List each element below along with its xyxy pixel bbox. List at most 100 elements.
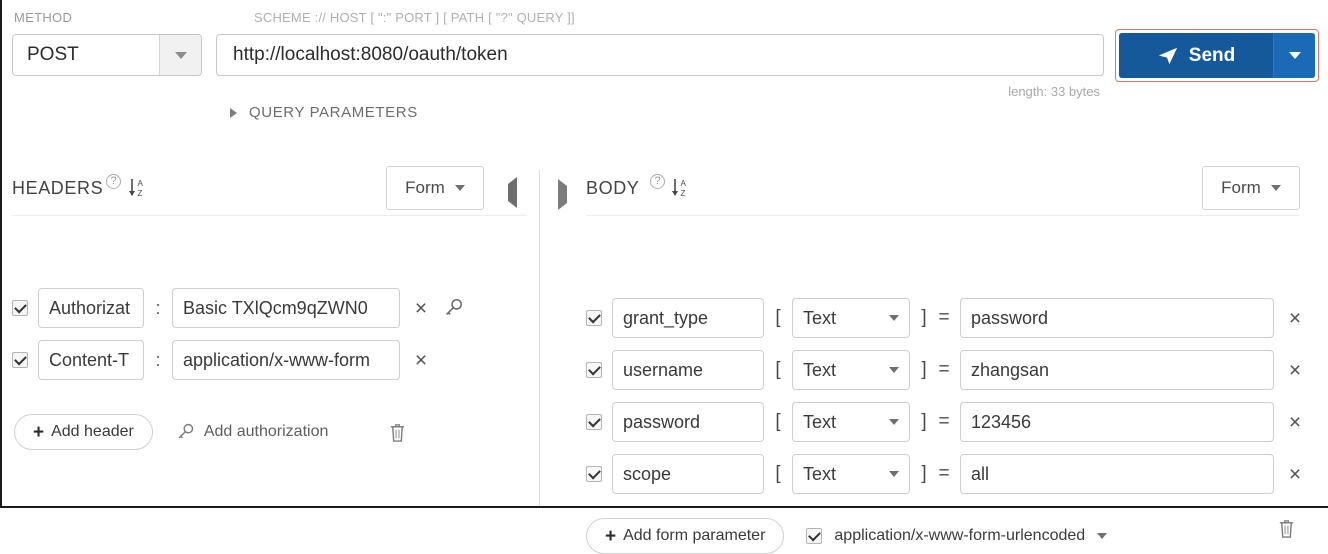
- body-mode-select[interactable]: Form: [1202, 166, 1300, 210]
- request-builder: METHOD SCHEME :// HOST [ ":" PORT ] [ PA…: [0, 0, 1328, 554]
- url-length-note: length: 33 bytes: [1008, 84, 1100, 99]
- param-enabled-checkbox[interactable]: [586, 310, 602, 326]
- add-header-label: Add header: [51, 423, 134, 440]
- key-icon[interactable]: [442, 297, 464, 319]
- add-form-parameter-label: Add form parameter: [623, 527, 766, 544]
- param-key-input[interactable]: grant_type: [612, 298, 764, 338]
- form-parameter-row: scope [ Text ] = all ×: [586, 454, 1306, 494]
- send-options-button[interactable]: [1273, 33, 1315, 78]
- param-enabled-checkbox[interactable]: [586, 414, 602, 430]
- param-value-input[interactable]: password: [960, 298, 1274, 338]
- sort-az-icon[interactable]: A Z: [128, 177, 148, 199]
- headers-mode-select[interactable]: Form: [386, 166, 484, 210]
- remove-parameter-button[interactable]: ×: [1284, 464, 1306, 485]
- param-key-input[interactable]: scope: [612, 454, 764, 494]
- add-header-button[interactable]: + Add header: [14, 414, 153, 450]
- remove-parameter-button[interactable]: ×: [1284, 412, 1306, 433]
- url-value: http://localhost:8080/oauth/token: [233, 44, 508, 65]
- svg-text:A: A: [681, 179, 687, 188]
- add-authorization-button[interactable]: Add authorization: [175, 422, 329, 442]
- chevron-down-icon: [1270, 185, 1281, 191]
- param-type-select[interactable]: Text: [792, 298, 910, 338]
- plus-icon: +: [33, 421, 45, 443]
- chevron-right-icon: [230, 107, 237, 118]
- content-type-checkbox[interactable]: [806, 528, 823, 544]
- key-icon: [178, 423, 194, 439]
- param-enabled-checkbox[interactable]: [586, 466, 602, 482]
- plus-icon: +: [605, 525, 617, 547]
- headers-collapse-button[interactable]: [508, 177, 517, 208]
- headers-mode-label: Form: [405, 178, 445, 197]
- svg-text:Z: Z: [681, 189, 686, 198]
- param-key-input[interactable]: username: [612, 350, 764, 390]
- panels-container: HEADERS ? A Z Form Authorizat: Basic TX…: [2, 160, 1328, 554]
- method-dropdown-button[interactable]: [159, 35, 201, 75]
- trash-icon[interactable]: [388, 422, 407, 443]
- trash-icon[interactable]: [1277, 518, 1296, 539]
- chevron-down-icon: [1288, 52, 1301, 59]
- header-value-input[interactable]: Basic TXlQcm9qZWN0: [172, 288, 400, 328]
- chevron-down-icon[interactable]: [1097, 533, 1108, 539]
- form-parameter-row: username [ Text ] = zhangsan ×: [586, 350, 1306, 390]
- bracket-open: [: [775, 463, 781, 484]
- header-enabled-checkbox[interactable]: [12, 352, 28, 368]
- query-parameters-toggle[interactable]: QUERY PARAMETERS: [230, 104, 418, 121]
- request-topbar: METHOD SCHEME :// HOST [ ":" PORT ] [ PA…: [2, 0, 1328, 121]
- param-type-select[interactable]: Text: [792, 454, 910, 494]
- question-circle-icon[interactable]: ?: [106, 174, 121, 189]
- method-select[interactable]: POST: [12, 34, 202, 76]
- bracket-open: [: [775, 307, 781, 328]
- param-type-label: Text: [803, 307, 837, 328]
- param-type-select[interactable]: Text: [792, 350, 910, 390]
- send-button-label: Send: [1188, 44, 1236, 66]
- url-input[interactable]: http://localhost:8080/oauth/token: [216, 34, 1104, 76]
- equals-sign: =: [938, 411, 950, 432]
- svg-text:A: A: [138, 179, 144, 188]
- add-form-parameter-button[interactable]: + Add form parameter: [586, 518, 785, 554]
- param-value-input[interactable]: 123456: [960, 402, 1274, 442]
- remove-header-button[interactable]: ×: [410, 298, 432, 319]
- headers-divider: [12, 215, 527, 216]
- paper-plane-icon: [1158, 47, 1177, 64]
- param-type-label: Text: [803, 359, 837, 380]
- method-value: POST: [27, 44, 79, 65]
- param-type-select[interactable]: Text: [792, 402, 910, 442]
- chevron-down-icon: [889, 419, 899, 425]
- body-expand-button[interactable]: [558, 179, 567, 210]
- body-mode-label: Form: [1221, 178, 1261, 197]
- query-parameters-label: QUERY PARAMETERS: [249, 104, 418, 121]
- add-authorization-label: Add authorization: [203, 423, 329, 440]
- svg-text:Z: Z: [138, 189, 143, 198]
- form-parameter-row: grant_type [ Text ] = password ×: [586, 298, 1306, 338]
- param-enabled-checkbox[interactable]: [586, 362, 602, 378]
- sort-az-icon[interactable]: A Z: [671, 177, 691, 199]
- equals-sign: =: [938, 463, 950, 484]
- header-key-input[interactable]: Content-T: [38, 340, 144, 380]
- header-separator: :: [155, 349, 161, 370]
- param-key-input[interactable]: password: [612, 402, 764, 442]
- header-row: Content-T : application/x-www-form ×: [12, 340, 432, 380]
- body-divider: [586, 215, 1300, 216]
- remove-header-button[interactable]: ×: [410, 350, 432, 371]
- url-format-label: SCHEME :// HOST [ ":" PORT ] [ PATH [ "?…: [254, 10, 575, 25]
- remove-parameter-button[interactable]: ×: [1284, 308, 1306, 329]
- param-type-label: Text: [803, 411, 837, 432]
- headers-panel: HEADERS ? A Z Form Authorizat: Basic TX…: [2, 160, 539, 508]
- remove-parameter-button[interactable]: ×: [1284, 360, 1306, 381]
- header-value-input[interactable]: application/x-www-form: [172, 340, 400, 380]
- header-row: Authorizat : Basic TXlQcm9qZWN0 ×: [12, 288, 464, 328]
- chevron-down-icon: [454, 185, 465, 191]
- param-value-input[interactable]: zhangsan: [960, 350, 1274, 390]
- param-value-input[interactable]: all: [960, 454, 1274, 494]
- param-type-label: Text: [803, 463, 837, 484]
- question-circle-icon[interactable]: ?: [650, 174, 665, 189]
- content-type-label: application/x-www-form-urlencoded: [834, 527, 1086, 544]
- header-enabled-checkbox[interactable]: [12, 300, 28, 316]
- body-title: BODY: [586, 178, 640, 198]
- header-key-input[interactable]: Authorizat: [38, 288, 144, 328]
- equals-sign: =: [938, 359, 950, 380]
- body-panel: BODY ? A Z Form grant_type [Text] = pa…: [540, 160, 1328, 554]
- bracket-close: ]: [921, 359, 927, 380]
- send-button[interactable]: Send: [1119, 33, 1273, 78]
- bracket-close: ]: [921, 463, 927, 484]
